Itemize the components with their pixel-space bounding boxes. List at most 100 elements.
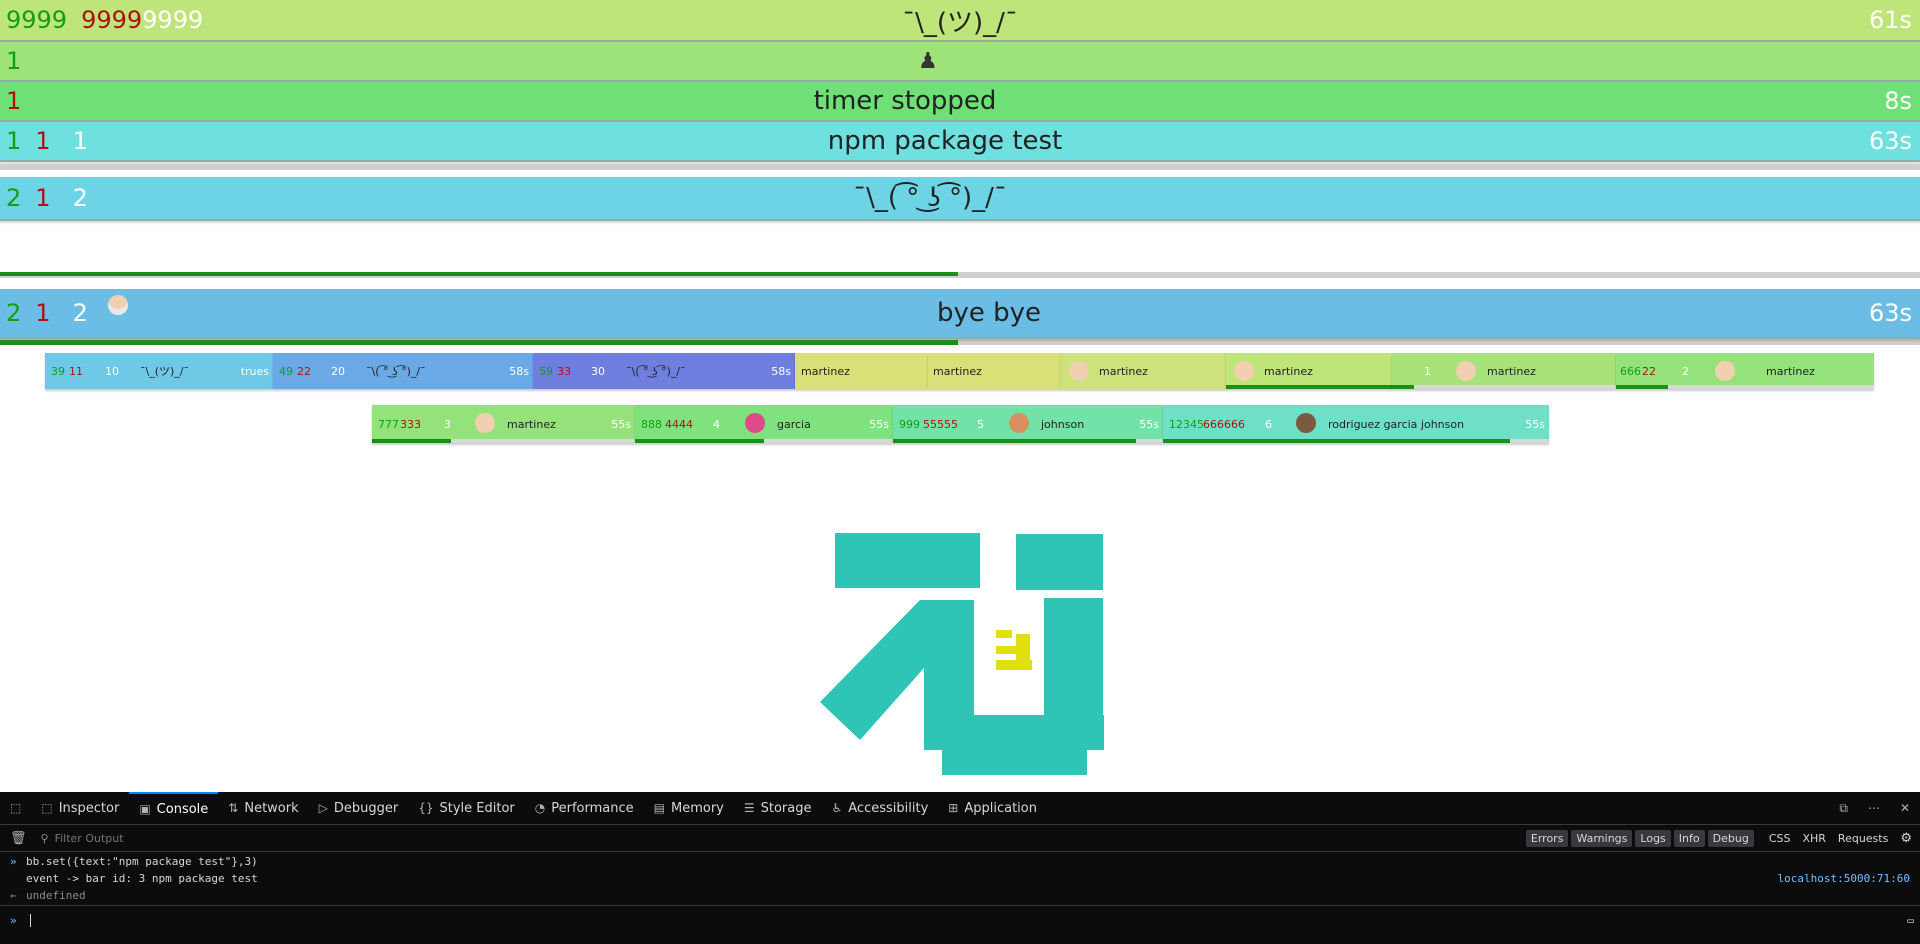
- grid-icon: ⊞: [948, 801, 959, 815]
- result-arrow-icon: ←: [10, 889, 17, 902]
- filter-debug[interactable]: Debug: [1707, 829, 1754, 847]
- bar-text: ¯\_(ツ)_/¯: [902, 7, 1018, 38]
- braces-icon: {}: [418, 801, 434, 815]
- bar-6: 2 1 2 bye bye 63s: [0, 289, 1920, 339]
- element-picker-button[interactable]: ⬚: [0, 792, 31, 824]
- bar-text: martinez: [1487, 364, 1536, 378]
- bar-time: trues: [240, 364, 269, 378]
- console-input-line[interactable]: » ▭: [0, 905, 1920, 944]
- progress-fill: [1163, 439, 1511, 443]
- tab-label: Debugger: [333, 800, 399, 816]
- bar-text: martinez: [1099, 364, 1148, 378]
- dock-button[interactable]: ⧉: [1829, 792, 1858, 824]
- bar-text: martinez: [801, 364, 850, 378]
- settings-icon[interactable]: ⚙: [1900, 831, 1912, 846]
- counter-red: 55555: [923, 417, 958, 431]
- tab-debugger[interactable]: ▷ Debugger: [309, 792, 409, 824]
- filter-xhr[interactable]: XHR: [1802, 832, 1825, 845]
- counter-white: 10: [105, 364, 119, 378]
- bar-time: 58s: [771, 364, 791, 378]
- counter-red: 22: [1642, 364, 1656, 378]
- tab-memory[interactable]: ▤ Memory: [644, 792, 734, 824]
- progress-fill: [1392, 385, 1415, 389]
- console-log-line: event -> bar id: 3 npm package test loca…: [0, 872, 1920, 890]
- bar-1: 9999 99999999 ¯\_(ツ)_/¯ 61s: [0, 0, 1920, 42]
- storage-icon: ☰: [743, 801, 755, 815]
- filter-errors[interactable]: Errors: [1525, 829, 1569, 847]
- mini-bar-13: 12345 666666 6 rodriguez garcia johnson …: [1163, 405, 1549, 443]
- inspector-icon: ⬚: [41, 801, 53, 815]
- filter-warnings[interactable]: Warnings: [1571, 829, 1633, 847]
- filter-logs[interactable]: Logs: [1635, 829, 1671, 847]
- tab-label: Console: [156, 801, 209, 817]
- counter-white: 5: [977, 417, 984, 431]
- progress-track: [0, 164, 1920, 170]
- avatar: [1296, 413, 1316, 433]
- mini-bar-7: martinez: [1226, 353, 1392, 389]
- bar-time: 8s: [1884, 87, 1912, 115]
- avatar: [1009, 413, 1029, 433]
- counter-red: 1: [35, 299, 51, 327]
- bar-time: 55s: [869, 417, 889, 431]
- counter-green: 777: [378, 417, 399, 431]
- mini-bar-1: 39 11 10 ¯\_(ツ)_/¯ trues: [45, 353, 273, 389]
- tab-performance[interactable]: ◔ Performance: [525, 792, 644, 824]
- devtools-panel: ⬚ ⬚ Inspector ▣ Console ⇅ Network ▷ Debugger…: [0, 792, 1920, 944]
- bar-time: 58s: [509, 364, 529, 378]
- tab-style-editor[interactable]: {} Style Editor: [408, 792, 525, 824]
- mini-bar-3: 59 33 30 ¯\( ͡° ͜ʖ ͡°)_/¯ 58s: [533, 353, 795, 389]
- progress-fill: [893, 439, 1136, 443]
- close-devtools-button[interactable]: ✕: [1890, 792, 1920, 824]
- progress-fill: [635, 439, 764, 443]
- tab-storage[interactable]: ☰ Storage: [734, 792, 822, 824]
- filter-info[interactable]: Info: [1673, 829, 1705, 847]
- log-source-link[interactable]: localhost:5000:71:60: [1778, 872, 1910, 885]
- counter-white: 4: [713, 417, 720, 431]
- progress-fill: [372, 439, 451, 443]
- filter-css[interactable]: CSS: [1769, 832, 1791, 845]
- split-console-icon[interactable]: ▭: [1907, 914, 1914, 927]
- bar-text: martinez: [933, 364, 982, 378]
- tab-console[interactable]: ▣ Console: [129, 792, 219, 824]
- progress-track: [1392, 385, 1616, 389]
- bar-3: 1 timer stopped 8s: [0, 82, 1920, 122]
- bar-text: ¯\( ͡° ͜ʖ ͡°)_/¯: [366, 364, 426, 378]
- counter-red: 11: [69, 364, 83, 378]
- bar-text: johnson: [1041, 417, 1085, 431]
- tab-accessibility[interactable]: ♿ Accessibility: [822, 792, 939, 824]
- console-command-line: » bb.set({text:"npm package test"},3): [0, 855, 1920, 873]
- avatar: [745, 413, 765, 433]
- more-options-button[interactable]: ⋯: [1858, 792, 1890, 824]
- counter-green: 49: [279, 364, 293, 378]
- bar-text: npm package test: [827, 126, 1063, 156]
- progress-fill: [0, 340, 958, 345]
- avatar: [1234, 361, 1254, 381]
- mini-bar-5: martinez: [928, 353, 1061, 389]
- filter-output-input[interactable]: [52, 830, 257, 846]
- progress-fill: [1226, 385, 1392, 389]
- trash-icon[interactable]: 🗑: [10, 831, 27, 846]
- counter-red: 33: [557, 364, 571, 378]
- bar-text: ¯\_( ͡° ͜ʖ ͡°)_/¯: [853, 183, 1007, 213]
- cursor-icon: ⬚: [10, 801, 22, 815]
- prompt-icon: »: [10, 914, 17, 927]
- log-text: event -> bar id: 3 npm package test: [26, 872, 258, 885]
- logo-icon: [820, 533, 1104, 775]
- tab-label: Accessibility: [848, 800, 929, 816]
- tab-label: Application: [964, 800, 1037, 816]
- counter-green: 1: [6, 47, 22, 75]
- progress-fill: [0, 272, 958, 276]
- bar-4: 1 1 1 npm package test 63s: [0, 122, 1920, 162]
- console-icon: ▣: [139, 802, 151, 816]
- memory-icon: ▤: [653, 801, 665, 815]
- tab-network[interactable]: ⇅ Network: [218, 792, 308, 824]
- avatar: [1069, 361, 1089, 381]
- filter-requests[interactable]: Requests: [1838, 832, 1888, 845]
- counter-red: 666666: [1203, 417, 1245, 431]
- mini-bar-4: martinez: [795, 353, 928, 389]
- tab-label: Network: [244, 800, 299, 816]
- tab-application[interactable]: ⊞ Application: [938, 792, 1047, 824]
- counter-green: 12345: [1169, 417, 1204, 431]
- tab-inspector[interactable]: ⬚ Inspector: [31, 792, 129, 824]
- counter-green: 666: [1620, 364, 1641, 378]
